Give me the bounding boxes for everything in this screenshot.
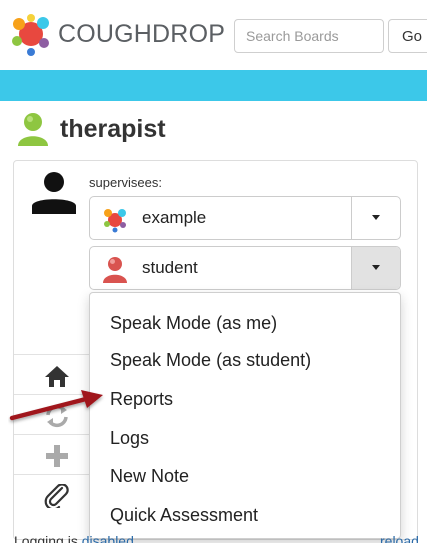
- plus-icon: [46, 445, 68, 467]
- brand-name[interactable]: COUGHDROP: [58, 20, 225, 49]
- menu-item-reports[interactable]: Reports: [110, 389, 173, 410]
- caret-down-icon: [372, 215, 380, 220]
- menu-item-logs[interactable]: Logs: [110, 428, 149, 449]
- go-button[interactable]: Go: [388, 19, 427, 53]
- reload-link[interactable]: reload: [380, 533, 419, 543]
- logging-disabled-link[interactable]: disabled: [82, 533, 134, 543]
- user-icon: [32, 172, 76, 214]
- top-header: COUGHDROP Go: [0, 0, 427, 70]
- supervisee-name: example: [142, 208, 207, 227]
- menu-item-new-note[interactable]: New Note: [110, 466, 189, 487]
- supervisee-name: student: [142, 258, 198, 277]
- logging-status: Logging is disabled: [14, 533, 134, 543]
- menu-item-speak-mode-as-me[interactable]: Speak Mode (as me): [110, 313, 277, 334]
- home-icon: [45, 366, 69, 387]
- supervisee-student-selector[interactable]: student: [89, 246, 401, 290]
- supervisees-label: supervisees:: [89, 175, 162, 190]
- user-avatar-icon: [18, 113, 48, 146]
- person-red-icon: [103, 257, 127, 283]
- menu-item-quick-assessment[interactable]: Quick Assessment: [110, 505, 258, 526]
- paperclip-icon: [44, 484, 69, 508]
- annotation-arrow-icon: [9, 390, 103, 421]
- nav-bar: [0, 70, 427, 101]
- supervisee-student-dropdown-toggle[interactable]: [351, 247, 400, 289]
- sidebar-item-add[interactable]: [14, 434, 94, 474]
- coughdrop-logo-icon[interactable]: [8, 11, 54, 57]
- coughdrop-logo-icon: [104, 209, 126, 233]
- supervisee-dropdown-menu: Speak Mode (as me) Speak Mode (as studen…: [89, 292, 401, 539]
- search-boards-input[interactable]: [234, 19, 384, 53]
- supervisee-example-selector[interactable]: example: [89, 196, 401, 240]
- sidebar-item-attachment[interactable]: [14, 474, 94, 514]
- logging-status-text: Logging is: [14, 533, 78, 543]
- menu-item-speak-mode-as-student[interactable]: Speak Mode (as student): [110, 350, 311, 371]
- user-name: therapist: [60, 115, 166, 143]
- supervisee-example-dropdown-toggle[interactable]: [351, 197, 400, 239]
- caret-down-icon: [372, 265, 380, 270]
